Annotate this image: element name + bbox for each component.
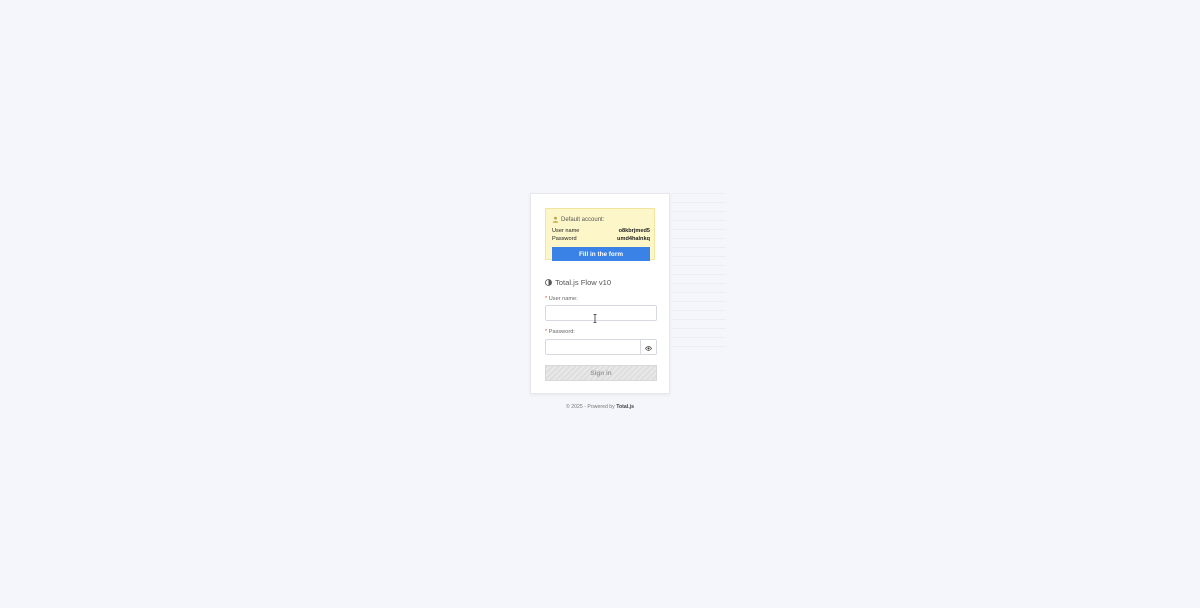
notice-password-row: Password umd4halnkq bbox=[552, 236, 650, 242]
notice-username-row: User name o8kbrjmed5 bbox=[552, 228, 650, 234]
fill-form-button[interactable]: Fill in the form bbox=[552, 247, 650, 261]
show-password-toggle[interactable] bbox=[640, 340, 656, 354]
default-account-notice: Default account: User name o8kbrjmed5 Pa… bbox=[545, 208, 655, 261]
background-decoration bbox=[672, 193, 726, 353]
password-label: * Password: bbox=[545, 329, 575, 335]
login-page: Default account: User name o8kbrjmed5 Pa… bbox=[0, 0, 1200, 608]
password-label-text: Password: bbox=[548, 329, 575, 335]
username-required-mark: * bbox=[545, 296, 548, 302]
notice-username-value: o8kbrjmed5 bbox=[618, 228, 650, 234]
user-icon bbox=[552, 216, 559, 223]
notice-heading-text: Default account: bbox=[561, 216, 605, 223]
app-title: Total.js Flow v10 bbox=[545, 278, 611, 287]
footer-text: © 2025 - Powered by bbox=[565, 404, 615, 410]
notice-password-value: umd4halnkq bbox=[617, 236, 650, 242]
eye-icon bbox=[645, 338, 652, 356]
footer-brand-link[interactable]: Total.js bbox=[616, 404, 634, 410]
password-input[interactable] bbox=[546, 340, 640, 354]
username-label-text: User name: bbox=[548, 296, 578, 302]
sign-in-button[interactable]: Sign in bbox=[545, 365, 657, 381]
username-label: * User name: bbox=[545, 296, 578, 302]
totaljs-logo-icon bbox=[545, 279, 552, 286]
login-card: Default account: User name o8kbrjmed5 Pa… bbox=[530, 193, 670, 394]
notice-heading: Default account: bbox=[552, 216, 604, 223]
username-input[interactable] bbox=[545, 305, 657, 321]
app-title-text: Total.js Flow v10 bbox=[555, 278, 612, 287]
password-required-mark: * bbox=[545, 329, 548, 335]
password-field bbox=[545, 339, 657, 355]
text-cursor-icon bbox=[593, 310, 597, 323]
notice-password-label: Password bbox=[552, 236, 577, 242]
footer: © 2025 - Powered by Total.js bbox=[530, 404, 670, 410]
notice-username-label: User name bbox=[552, 228, 580, 234]
